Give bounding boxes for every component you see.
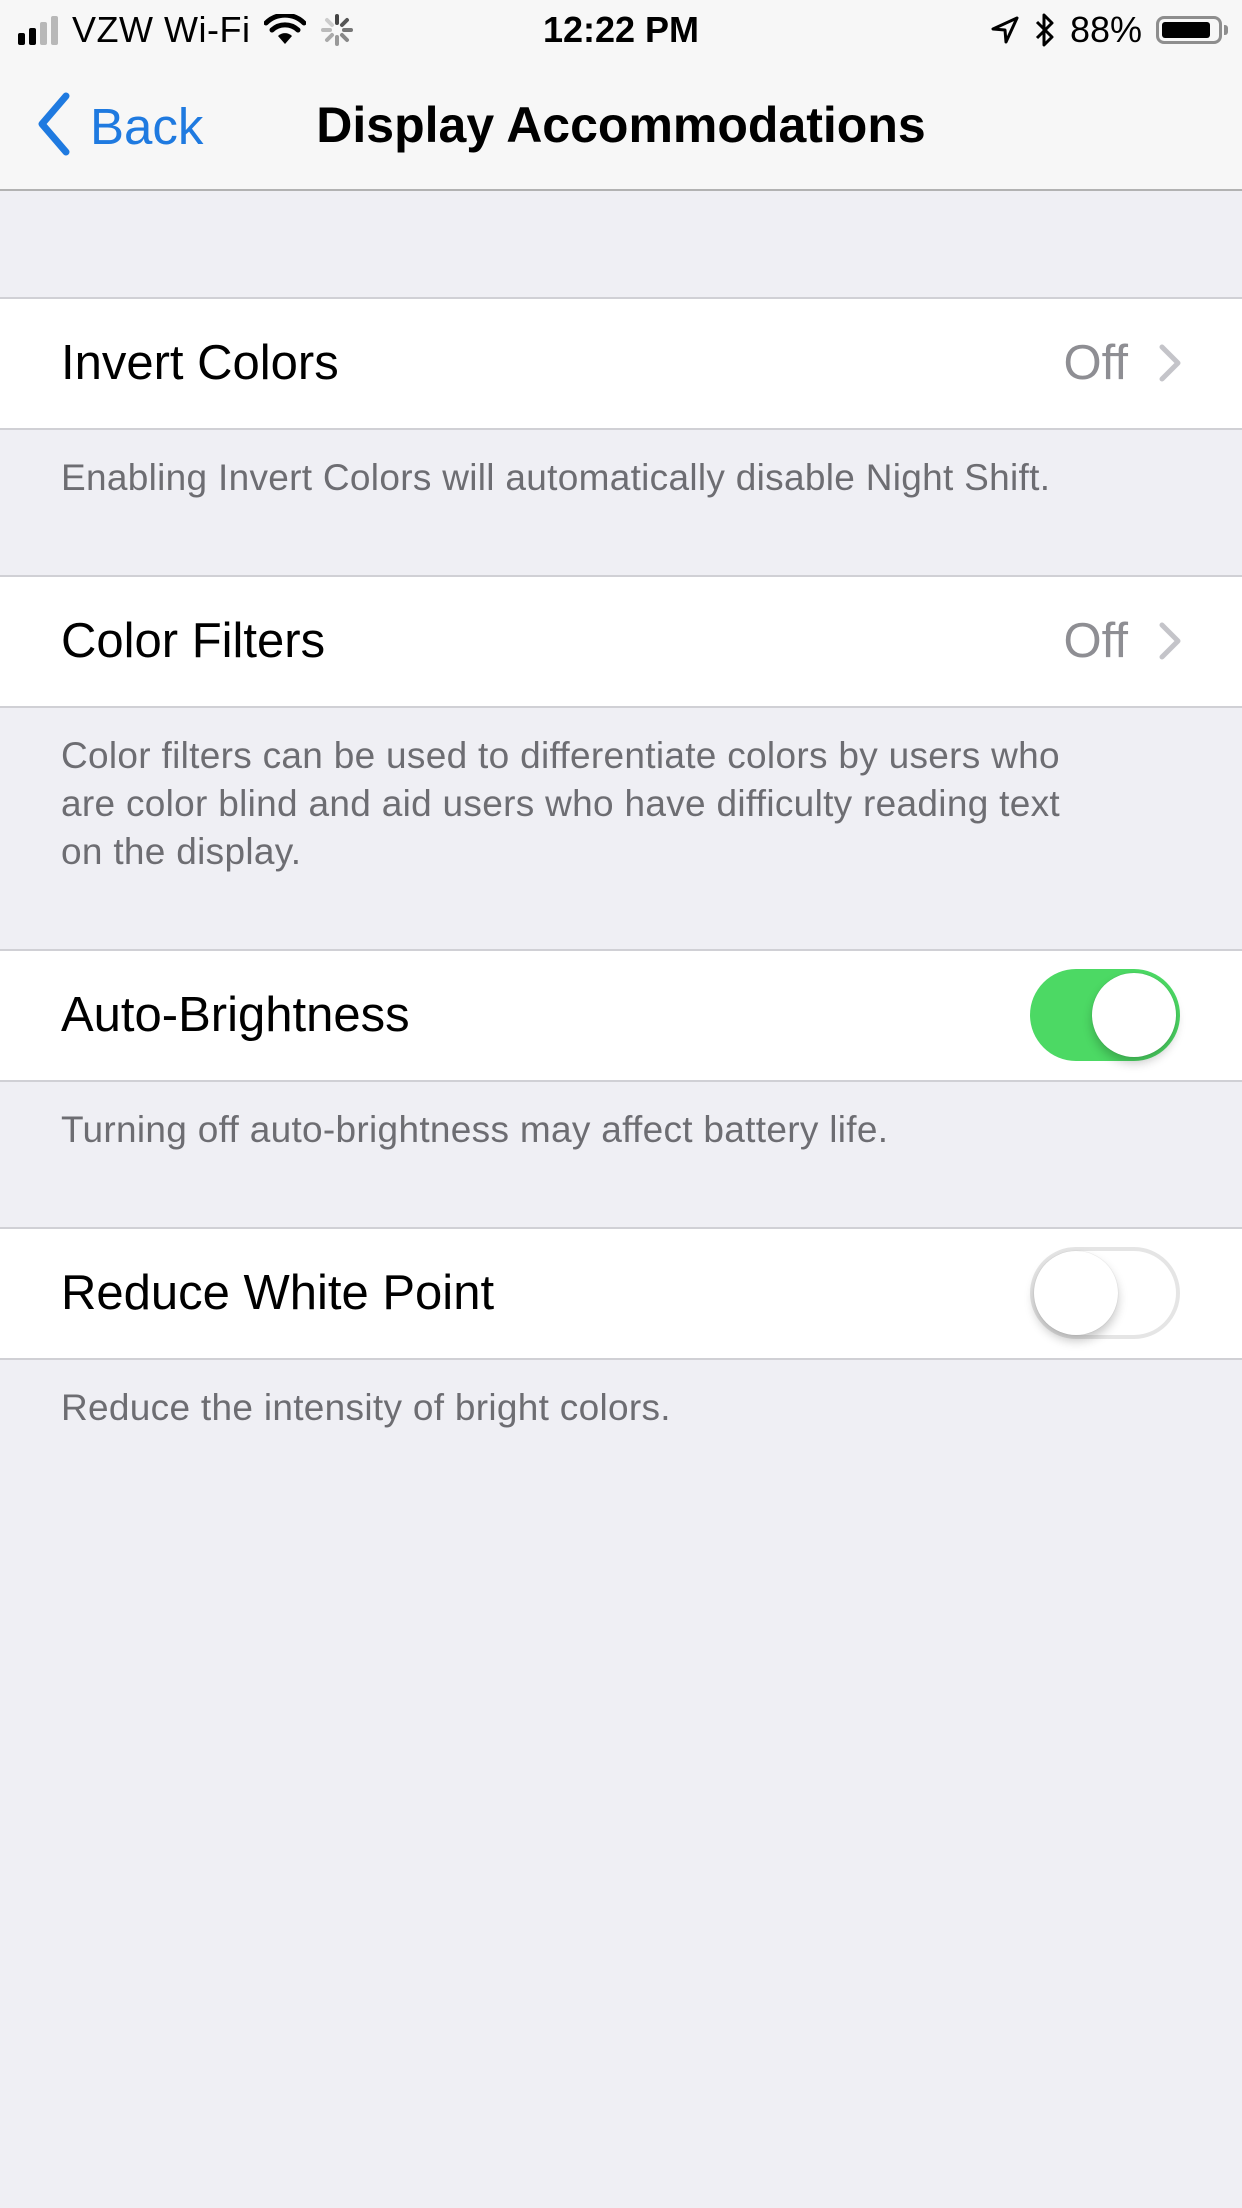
auto-brightness-toggle[interactable] [1030, 969, 1180, 1061]
bluetooth-icon [1034, 12, 1056, 48]
auto-brightness-footer: Turning off auto-brightness may affect b… [61, 1109, 889, 1150]
reduce-white-point-label: Reduce White Point [61, 1266, 495, 1320]
reduce-white-point-footer: Reduce the intensity of bright colors. [61, 1387, 671, 1428]
reduce-white-point-toggle[interactable] [1030, 1247, 1180, 1339]
navigation-bar: Back Display Accommodations [0, 60, 1242, 191]
color-filters-cell[interactable]: Color Filters Off [0, 575, 1242, 708]
color-filters-value: Off [1063, 614, 1128, 668]
footer-line: are color blind and aid users who have d… [61, 783, 1060, 824]
location-arrow-icon [990, 15, 1020, 45]
auto-brightness-cell: Auto-Brightness [0, 949, 1242, 1082]
chevron-right-icon [1158, 343, 1182, 388]
footer-line: on the display. [61, 831, 302, 872]
toggle-knob [1092, 973, 1176, 1057]
color-filters-footer: Color filters can be used to differentia… [61, 732, 1191, 876]
invert-colors-footer: Enabling Invert Colors will automaticall… [61, 457, 1051, 498]
status-bar: VZW Wi-Fi 12:22 PM 88% [0, 0, 1242, 60]
auto-brightness-label: Auto-Brightness [61, 988, 410, 1042]
invert-colors-label: Invert Colors [61, 336, 339, 390]
battery-icon [1156, 16, 1228, 44]
battery-percentage: 88% [1069, 9, 1142, 50]
color-filters-label: Color Filters [61, 614, 326, 668]
chevron-right-icon [1158, 621, 1182, 666]
reduce-white-point-cell: Reduce White Point [0, 1227, 1242, 1360]
page-title: Display Accommodations [316, 97, 926, 153]
toggle-knob [1034, 1251, 1118, 1335]
status-bar-right: 88% [990, 8, 1228, 52]
footer-line: Color filters can be used to differentia… [61, 735, 1060, 776]
invert-colors-value: Off [1063, 336, 1128, 390]
invert-colors-cell[interactable]: Invert Colors Off [0, 297, 1242, 430]
